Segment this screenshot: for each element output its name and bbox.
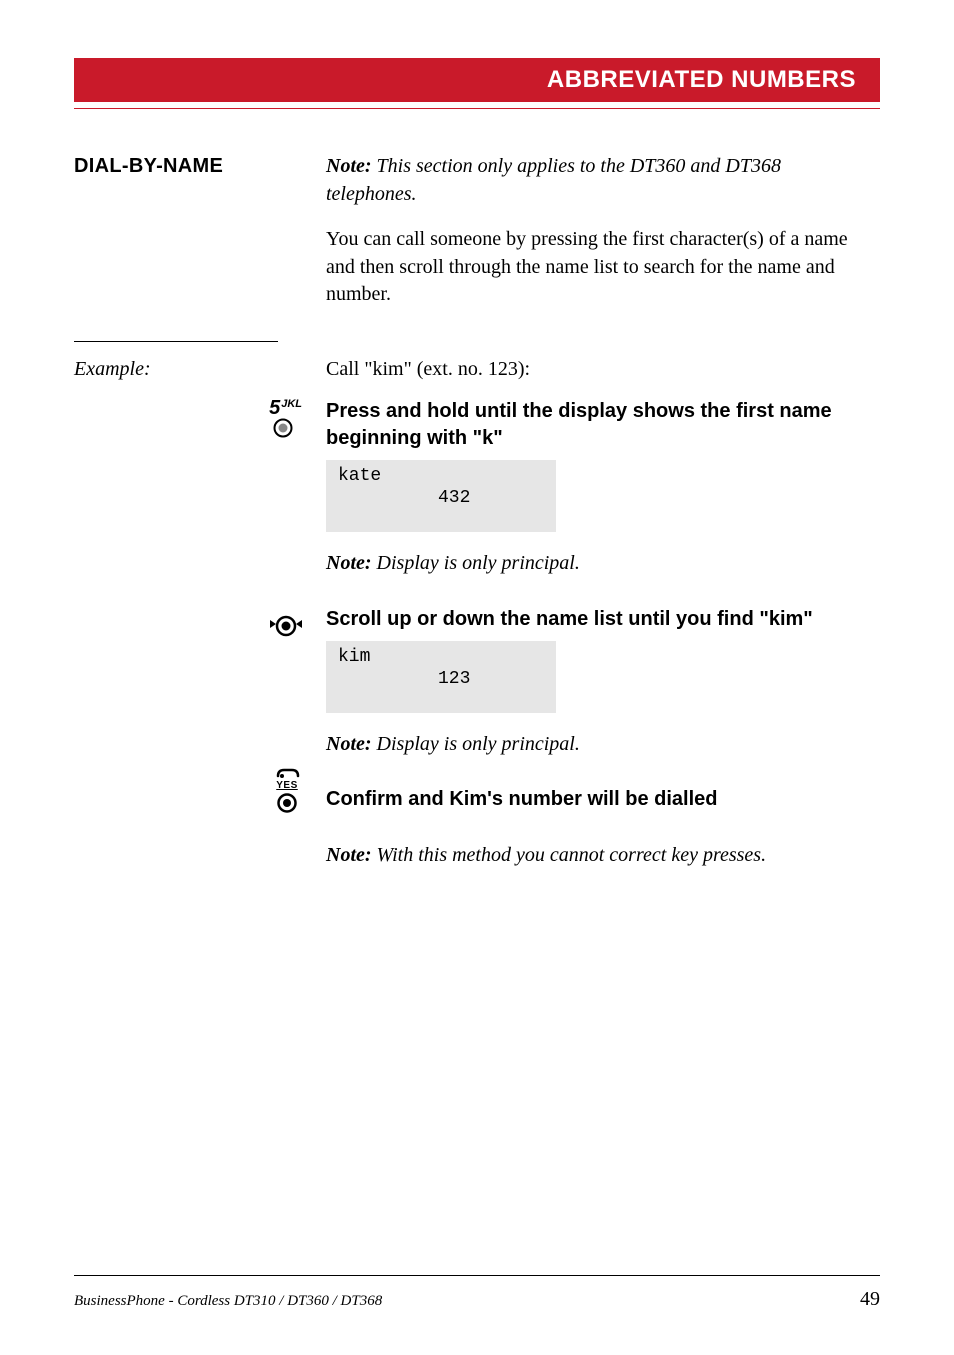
- display-box-2: kim 123: [326, 641, 556, 713]
- scroll-icon: [270, 612, 302, 640]
- section-note: Note: This section only applies to the D…: [326, 153, 874, 208]
- footer-page: 49: [860, 1288, 880, 1311]
- divider-left: [74, 341, 278, 342]
- section-body: You can call someone by pressing the fir…: [326, 226, 874, 309]
- step1-note-text: Display is only principal.: [372, 552, 580, 574]
- step3-note-label: Note:: [326, 844, 372, 866]
- step3-note-text: With this method you cannot correct key …: [372, 844, 767, 866]
- yes-label: YES: [272, 780, 302, 791]
- step1-title: Press and hold until the display shows t…: [326, 398, 874, 452]
- note-label: Note:: [326, 155, 372, 177]
- step2-title: Scroll up or down the name list until yo…: [326, 606, 874, 633]
- header-title: ABBREVIATED NUMBERS: [547, 66, 856, 94]
- display-box-1: kate 432: [326, 460, 556, 532]
- display1-num: 432: [338, 488, 544, 508]
- footer: BusinessPhone - Cordless DT310 / DT360 /…: [74, 1275, 880, 1311]
- step1-note-label: Note:: [326, 552, 372, 574]
- key-5-icon: 5 JKL: [269, 398, 302, 438]
- step3-title: Confirm and Kim's number will be dialled: [326, 786, 874, 813]
- footer-text: BusinessPhone - Cordless DT310 / DT360 /…: [74, 1293, 382, 1310]
- step3-note: Note: With this method you cannot correc…: [326, 842, 874, 870]
- example-intro: Call "kim" (ext. no. 123):: [326, 356, 874, 384]
- display2-num: 123: [338, 669, 544, 689]
- key-num: 5: [269, 398, 280, 418]
- display2-name: kim: [338, 647, 544, 667]
- step2-note: Note: Display is only principal.: [326, 731, 874, 759]
- note-text: This section only applies to the DT360 a…: [326, 155, 781, 205]
- key-button-icon: [273, 418, 293, 438]
- key-sup: JKL: [281, 399, 302, 410]
- step1-note: Note: Display is only principal.: [326, 550, 874, 578]
- header-band: ABBREVIATED NUMBERS: [74, 58, 880, 102]
- step2-note-text: Display is only principal.: [372, 733, 580, 755]
- header-underline: [74, 108, 880, 109]
- section-heading: DIAL-BY-NAME: [74, 155, 326, 178]
- step2-note-label: Note:: [326, 733, 372, 755]
- example-label: Example:: [74, 358, 326, 381]
- display1-name: kate: [338, 466, 544, 486]
- yes-key-icon: YES: [272, 766, 302, 813]
